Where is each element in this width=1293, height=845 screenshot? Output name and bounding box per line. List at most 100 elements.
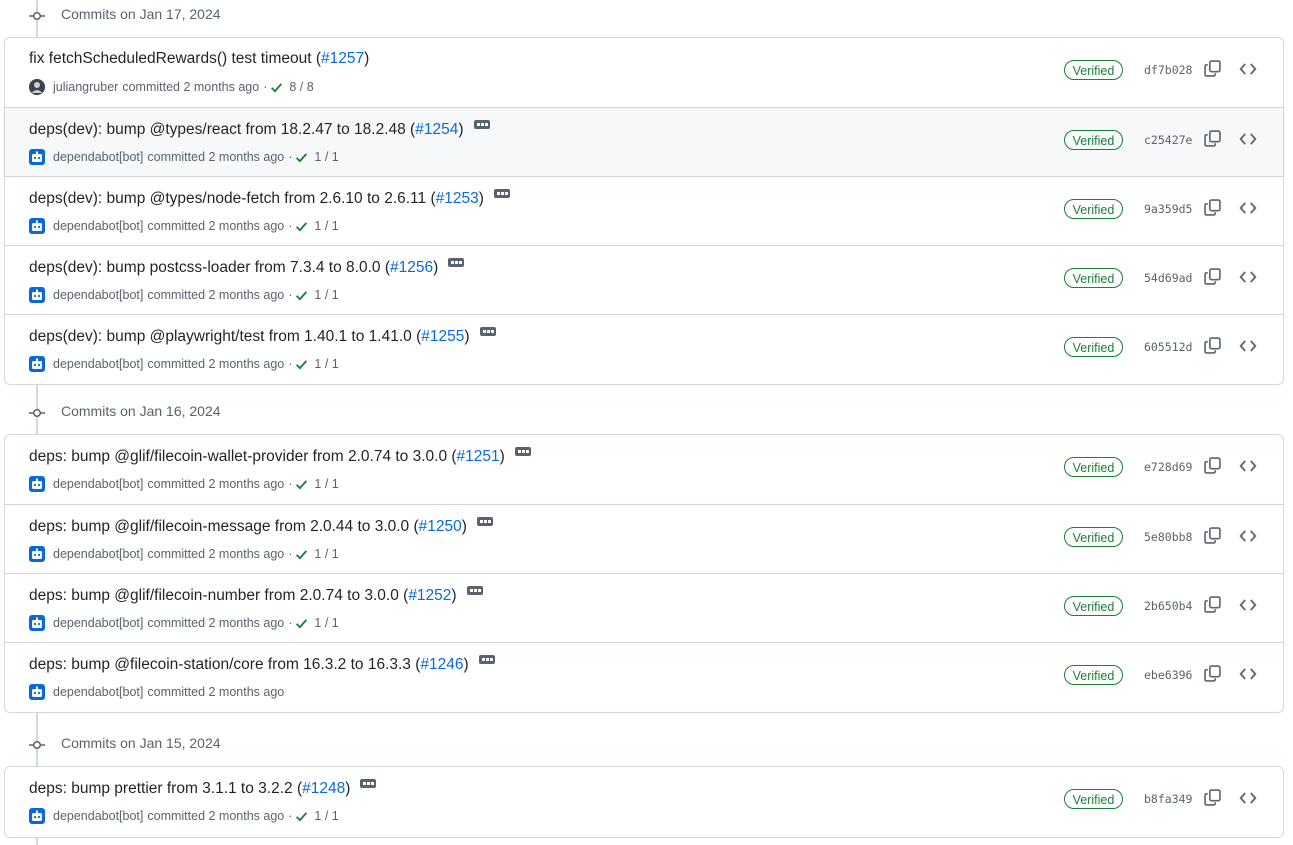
commit-message[interactable]: deps: bump @glif/filecoin-wallet-provide… bbox=[29, 447, 531, 466]
verified-badge[interactable]: Verified bbox=[1064, 789, 1123, 809]
checks-status[interactable]: 1 / 1 bbox=[314, 288, 338, 302]
verified-badge[interactable]: Verified bbox=[1064, 337, 1123, 357]
dependabot-avatar[interactable] bbox=[29, 615, 45, 631]
commit-title[interactable]: deps(dev): bump @types/react from 18.2.4… bbox=[29, 121, 415, 138]
commit-author[interactable]: dependabot[bot] bbox=[53, 219, 143, 233]
expand-message-button[interactable] bbox=[493, 189, 510, 198]
expand-message-button[interactable] bbox=[473, 120, 490, 129]
pull-request-link[interactable]: #1248 bbox=[302, 780, 345, 797]
expand-message-button[interactable] bbox=[478, 655, 495, 664]
pull-request-link[interactable]: #1253 bbox=[436, 190, 479, 207]
check-icon[interactable] bbox=[295, 358, 308, 371]
expand-message-button[interactable] bbox=[476, 517, 493, 526]
copy-icon[interactable] bbox=[1204, 130, 1222, 148]
check-icon[interactable] bbox=[295, 548, 308, 561]
commit-row[interactable]: deps: bump @glif/filecoin-number from 2.… bbox=[5, 573, 1283, 642]
verified-badge[interactable]: Verified bbox=[1064, 527, 1123, 547]
check-icon[interactable] bbox=[295, 289, 308, 302]
commit-author[interactable]: dependabot[bot] bbox=[53, 357, 143, 371]
pull-request-link[interactable]: #1255 bbox=[421, 328, 464, 345]
commit-row[interactable]: deps(dev): bump @playwright/test from 1.… bbox=[5, 314, 1283, 383]
expand-message-button[interactable] bbox=[514, 447, 531, 456]
code-icon[interactable] bbox=[1239, 130, 1259, 148]
commit-title[interactable]: deps(dev): bump @playwright/test from 1.… bbox=[29, 328, 421, 345]
copy-icon[interactable] bbox=[1204, 665, 1222, 683]
dependabot-avatar[interactable] bbox=[29, 546, 45, 562]
copy-icon[interactable] bbox=[1204, 527, 1222, 545]
expand-message-button[interactable] bbox=[360, 779, 377, 788]
commit-message[interactable]: deps(dev): bump postcss-loader from 7.3.… bbox=[29, 258, 465, 277]
verified-badge[interactable]: Verified bbox=[1064, 199, 1123, 219]
dependabot-avatar[interactable] bbox=[29, 218, 45, 234]
commit-message[interactable]: deps: bump @glif/filecoin-number from 2.… bbox=[29, 586, 483, 605]
code-icon[interactable] bbox=[1239, 665, 1259, 683]
commit-row[interactable]: fix fetchScheduledRewards() test timeout… bbox=[5, 38, 1283, 107]
checks-status[interactable]: 1 / 1 bbox=[314, 477, 338, 491]
expand-message-button[interactable] bbox=[466, 586, 483, 595]
commit-row[interactable]: deps: bump @filecoin-station/core from 1… bbox=[5, 642, 1283, 711]
commit-author[interactable]: dependabot[bot] bbox=[53, 547, 143, 561]
commit-message[interactable]: deps: bump prettier from 3.1.1 to 3.2.2 … bbox=[29, 779, 377, 798]
check-icon[interactable] bbox=[295, 617, 308, 630]
copy-icon[interactable] bbox=[1204, 596, 1222, 614]
commit-author[interactable]: dependabot[bot] bbox=[53, 616, 143, 630]
commit-message[interactable]: fix fetchScheduledRewards() test timeout… bbox=[29, 50, 369, 68]
commit-message[interactable]: deps(dev): bump @types/node-fetch from 2… bbox=[29, 189, 510, 208]
commit-sha-link[interactable]: c25427e bbox=[1144, 133, 1192, 147]
commit-sha-link[interactable]: 9a359d5 bbox=[1144, 202, 1192, 216]
commit-row[interactable]: deps(dev): bump @types/react from 18.2.4… bbox=[5, 107, 1283, 176]
pull-request-link[interactable]: #1250 bbox=[419, 518, 462, 535]
commit-message[interactable]: deps(dev): bump @playwright/test from 1.… bbox=[29, 327, 496, 346]
commit-sha-link[interactable]: 2b650b4 bbox=[1144, 599, 1192, 613]
verified-badge[interactable]: Verified bbox=[1064, 665, 1123, 685]
pull-request-link[interactable]: #1256 bbox=[390, 259, 433, 276]
checks-status[interactable]: 1 / 1 bbox=[314, 547, 338, 561]
checks-status[interactable]: 1 / 1 bbox=[314, 616, 338, 630]
checks-status[interactable]: 1 / 1 bbox=[314, 357, 338, 371]
commit-message[interactable]: deps(dev): bump @types/react from 18.2.4… bbox=[29, 120, 490, 139]
commit-sha-link[interactable]: 54d69ad bbox=[1144, 271, 1192, 285]
commit-row[interactable]: deps: bump @glif/filecoin-wallet-provide… bbox=[5, 435, 1283, 504]
verified-badge[interactable]: Verified bbox=[1064, 130, 1123, 150]
dependabot-avatar[interactable] bbox=[29, 476, 45, 492]
pull-request-link[interactable]: #1252 bbox=[408, 587, 451, 604]
commit-author[interactable]: dependabot[bot] bbox=[53, 288, 143, 302]
commit-sha-link[interactable]: ebe6396 bbox=[1144, 668, 1192, 682]
verified-badge[interactable]: Verified bbox=[1064, 268, 1123, 288]
commit-title[interactable]: deps: bump @glif/filecoin-wallet-provide… bbox=[29, 448, 457, 465]
commit-author[interactable]: juliangruber bbox=[53, 80, 118, 94]
commit-author[interactable]: dependabot[bot] bbox=[53, 477, 143, 491]
copy-icon[interactable] bbox=[1204, 268, 1222, 286]
code-icon[interactable] bbox=[1239, 596, 1259, 614]
commit-sha-link[interactable]: df7b028 bbox=[1144, 63, 1192, 77]
dependabot-avatar[interactable] bbox=[29, 287, 45, 303]
verified-badge[interactable]: Verified bbox=[1064, 596, 1123, 616]
commit-sha-link[interactable]: 5e80bb8 bbox=[1144, 530, 1192, 544]
checks-status[interactable]: 1 / 1 bbox=[314, 809, 338, 823]
expand-message-button[interactable] bbox=[448, 258, 465, 267]
dependabot-avatar[interactable] bbox=[29, 684, 45, 700]
dependabot-avatar[interactable] bbox=[29, 808, 45, 824]
checks-status[interactable]: 1 / 1 bbox=[314, 219, 338, 233]
commit-author[interactable]: dependabot[bot] bbox=[53, 150, 143, 164]
code-icon[interactable] bbox=[1239, 199, 1259, 217]
commit-title[interactable]: deps: bump @filecoin-station/core from 1… bbox=[29, 656, 420, 673]
commit-row[interactable]: deps: bump prettier from 3.1.1 to 3.2.2 … bbox=[5, 767, 1283, 836]
pull-request-link[interactable]: #1246 bbox=[420, 656, 463, 673]
commit-message[interactable]: deps: bump @filecoin-station/core from 1… bbox=[29, 655, 495, 674]
commit-title[interactable]: deps(dev): bump postcss-loader from 7.3.… bbox=[29, 259, 390, 276]
pull-request-link[interactable]: #1251 bbox=[457, 448, 500, 465]
commit-row[interactable]: deps(dev): bump postcss-loader from 7.3.… bbox=[5, 245, 1283, 314]
check-icon[interactable] bbox=[295, 478, 308, 491]
code-icon[interactable] bbox=[1239, 268, 1259, 286]
copy-icon[interactable] bbox=[1204, 789, 1222, 807]
copy-icon[interactable] bbox=[1204, 199, 1222, 217]
commit-title[interactable]: deps(dev): bump @types/node-fetch from 2… bbox=[29, 190, 436, 207]
pull-request-link[interactable]: #1257 bbox=[321, 50, 364, 67]
commit-sha-link[interactable]: b8fa349 bbox=[1144, 792, 1192, 806]
commit-author[interactable]: dependabot[bot] bbox=[53, 685, 143, 699]
commit-title[interactable]: deps: bump @glif/filecoin-number from 2.… bbox=[29, 587, 408, 604]
check-icon[interactable] bbox=[295, 151, 308, 164]
checks-status[interactable]: 8 / 8 bbox=[289, 80, 313, 94]
check-icon[interactable] bbox=[295, 810, 308, 823]
